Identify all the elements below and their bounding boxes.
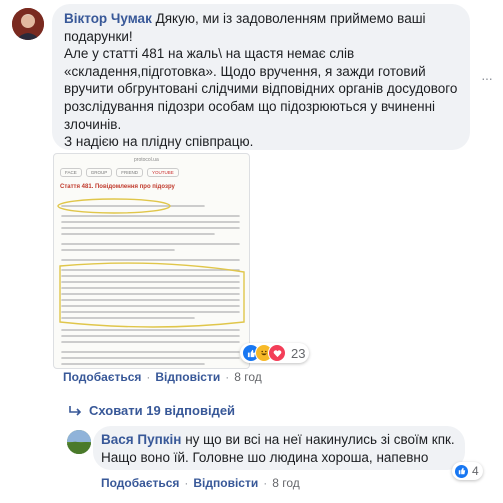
like-reaction-icon (454, 463, 469, 479)
like-button[interactable]: Подобається (63, 370, 141, 384)
reply-timestamp[interactable]: 8 год (272, 476, 300, 490)
comment-body: Віктор Чумак Дякую, ми із задоволенням п… (64, 10, 462, 151)
reply-reactions-count: 4 (472, 464, 479, 478)
reply-like-button[interactable]: Подобається (101, 476, 179, 490)
reply-reactions[interactable]: 4 (452, 462, 483, 480)
comment-attachment-image[interactable]: protocol.ua FACE GROUP FRIEND YOUTUBE Ст… (53, 153, 250, 369)
separator: · (146, 370, 151, 384)
hide-replies-link[interactable]: Сховати 19 відповідей (89, 403, 235, 418)
comment-reactions[interactable]: 23 (240, 343, 310, 363)
separator: · (225, 370, 230, 384)
more-options-icon[interactable]: ··· (481, 70, 493, 86)
separator: · (263, 476, 268, 490)
separator: · (184, 476, 189, 490)
comment-author[interactable]: Віктор Чумак (64, 11, 152, 26)
reply-body: Вася Пупкін ну що ви всі на неї накинули… (101, 431, 463, 467)
reply-reply-button[interactable]: Відповісти (193, 476, 258, 490)
reply-bubble: Вася Пупкін ну що ви всі на неї накинули… (93, 426, 465, 470)
reply-button[interactable]: Відповісти (155, 370, 220, 384)
comment-bubble: Віктор Чумак Дякую, ми із задоволенням п… (52, 4, 470, 150)
comment-timestamp[interactable]: 8 год (234, 370, 262, 384)
comment-text: Дякую, ми із задоволенням приймемо ваші … (64, 11, 458, 150)
reply-author[interactable]: Вася Пупкін (101, 432, 181, 447)
reactions-count: 23 (291, 345, 306, 361)
commenter-avatar[interactable] (12, 8, 44, 40)
love-reaction-icon (268, 344, 286, 362)
reply-author-avatar[interactable] (67, 430, 91, 454)
comment-actions: Подобається · Відповісти · 8 год (63, 370, 262, 384)
attachment-document-text (57, 198, 245, 365)
reply-actions: Подобається · Відповісти · 8 год (101, 476, 300, 490)
collapse-arrow-icon[interactable] (69, 403, 83, 422)
